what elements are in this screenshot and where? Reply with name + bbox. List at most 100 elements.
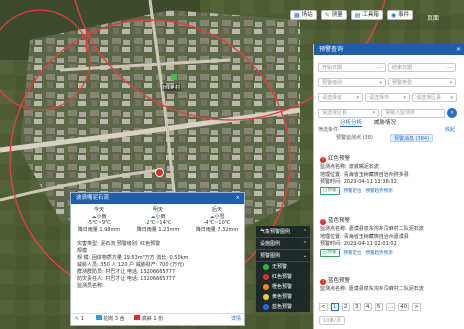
legend-title: 气象预警图例	[260, 229, 291, 235]
addr-value: 青海省玉树藏族自治州嘉漠县	[343, 233, 409, 240]
info-line: 防灾责任人: 村巴才让 电话: 13206665777	[77, 276, 176, 282]
locate-link[interactable]: 预警定位	[344, 250, 362, 257]
info-line: 监测员名称:	[77, 283, 104, 289]
chevron-down-icon: ▾	[356, 94, 359, 101]
close-icon[interactable]: ×	[235, 193, 240, 204]
tools-button-label: 工具箱	[362, 11, 379, 18]
weather-desc: 小雪	[214, 213, 225, 220]
ruler-icon: ✎	[324, 11, 330, 19]
info-line: 灾害类型: 泥石流 预警级别: 红色预警	[77, 241, 161, 247]
alerted-badge[interactable]: 已预警	[320, 249, 340, 258]
page-button[interactable]: 5	[374, 303, 383, 311]
layers-icon: ▦	[294, 11, 300, 19]
region-placeholder: 请选择区县	[322, 110, 348, 116]
monitor-point-placeholder: 请输入监测点	[385, 110, 416, 116]
event-button[interactable]: ◉ 事件	[386, 10, 414, 20]
legend-header[interactable]: 预警图例 ⌄	[256, 250, 310, 262]
page-button[interactable]: 2	[341, 303, 350, 311]
page-button[interactable]: 3	[352, 303, 361, 311]
layer-button[interactable]: ▦ 场站	[290, 10, 317, 20]
measure-button-label: 测量	[331, 11, 343, 18]
page-ellipsis: …	[385, 303, 396, 311]
legend-item: 红色预警	[256, 272, 310, 282]
monitor-count-pill[interactable]: 预警监测点 (38)	[333, 134, 376, 142]
info-line: 规 模: 固体物质方量 19.53m³万方 流长: 0.50km	[77, 255, 189, 261]
page-size-select[interactable]: 10条/页	[319, 316, 346, 325]
green-dot-icon	[263, 264, 269, 270]
tools-button[interactable]: ▤ 工具箱	[350, 10, 383, 20]
prev-page-button[interactable]: <	[319, 303, 328, 311]
collapse-filter-link[interactable]: 收起	[445, 126, 455, 133]
start-date-field[interactable]: 开始日期 —	[318, 63, 386, 72]
addr-label: 地理位置:	[320, 171, 342, 178]
addr-label: 地理位置:	[320, 233, 342, 240]
county-select[interactable]: 请选择区县 ▾	[412, 93, 457, 102]
alert-title: 红色预警	[328, 156, 351, 162]
pagination: < 1 2 3 4 5 … 40 >	[319, 303, 421, 311]
region-select[interactable]: 请选择区县 ▾	[318, 108, 379, 118]
alerted-badge[interactable]: 已预警	[320, 187, 340, 196]
alert-marker-icon[interactable]	[155, 168, 164, 177]
home-link[interactable]: 页面	[427, 13, 439, 22]
page-button[interactable]: 1	[330, 303, 339, 311]
addr-value: 青海省玉树藏族自治州称多县	[343, 171, 409, 178]
details-link[interactable]: 详情	[231, 314, 241, 325]
alert-level-select[interactable]: 预警级别 ▾	[318, 78, 386, 87]
legend-label: 无预警	[272, 264, 288, 270]
end-date-field[interactable]: 结束日期 —	[388, 63, 456, 72]
trend-link[interactable]: 预警趋势预测	[366, 250, 393, 257]
locate-link[interactable]: 预警定位	[344, 188, 362, 195]
edit-icon[interactable]: ✎	[75, 316, 79, 322]
monitor-point-input[interactable]: 请输入监测点	[381, 108, 445, 118]
time-value: 2023-04-11 13:38:32	[343, 178, 397, 185]
province-placeholder: 请选择省	[322, 94, 343, 101]
alert-item[interactable]: ! 蓝色预警 监测点名称: 嘉漠县泉东沟乡尕麻村二队泥石流	[320, 278, 460, 294]
close-icon[interactable]: ×	[456, 44, 461, 55]
weather-tomorrow: 明天 ☁小雨 -2℃~14℃ 降日雨量 1.23mm	[132, 207, 184, 233]
toolbox-icon: ▤	[354, 11, 361, 19]
chevron-up-icon: ⌃	[302, 241, 307, 247]
chevron-up-icon: ⌃	[302, 229, 307, 235]
city-select[interactable]: 请选择市 ▾	[365, 93, 410, 102]
next-page-button[interactable]: >	[412, 303, 421, 311]
popup-title: 波浪嘴泥石流	[76, 195, 110, 201]
map-toolbar: ▦ 场站 ✎ 测量 ▤ 工具箱 ◉ 事件	[290, 10, 414, 20]
site-label: 监测点名称:	[320, 226, 347, 233]
map-marker-label: H1乡村	[162, 84, 181, 91]
alert-count-pill[interactable]: 预警消息 (384)	[390, 134, 434, 142]
legend-swatch	[95, 315, 102, 320]
measure-button[interactable]: ✎ 测量	[320, 10, 347, 20]
trend-link[interactable]: 预警趋势预测	[366, 188, 393, 195]
site-label: 监测点名称:	[320, 164, 347, 171]
tab-threat[interactable]: 威胁情况	[374, 118, 396, 127]
search-icon[interactable]: ⌕	[447, 108, 457, 118]
alert-item[interactable]: ! 红色预警 监测点名称: 波浪嘴泥石流 地理位置: 青海省玉树藏族自治州称多县 预警…	[320, 156, 460, 196]
site-value: 嘉漠县泉东沟乡尕麻村二队泥石流	[348, 286, 424, 293]
chevron-down-icon: ▾	[403, 94, 406, 101]
popup-header: 波浪嘴泥石流 ×	[71, 193, 244, 204]
tab-analysis[interactable]: 分析分析	[340, 118, 363, 127]
map-legend: 气象预警图例 ⌃ 设施图例 ⌃ 预警图例 ⌄ 无预警 红色预警 橙色预警 黄色预警 蓝…	[256, 226, 310, 312]
alert-title: 蓝色预警	[328, 278, 351, 284]
province-select[interactable]: 请选择省 ▾	[318, 93, 363, 102]
panel-title: 预警查询	[319, 46, 344, 53]
count-label: 含	[119, 316, 125, 322]
popup-footer: ✎ 1 花岗 3 含 高斜 1 份 详情	[71, 313, 244, 325]
filter-label: 筛选条件	[318, 127, 339, 133]
end-date-suffix: —	[447, 64, 452, 71]
legend-title: 预警图例	[260, 253, 281, 259]
site-value: 波浪嘴泥石流	[348, 164, 379, 171]
legend-label: 橙色预警	[272, 284, 293, 290]
page-button[interactable]: 4	[363, 303, 372, 311]
page-button[interactable]: 40	[398, 303, 410, 311]
alert-item[interactable]: ! 蓝色预警 监测点名称: 嘉漠县泉东沟乡尕麻村二队泥石流 地理位置: 青海省玉树藏族…	[320, 218, 460, 258]
bell-icon: ◉	[390, 11, 397, 19]
alert-type-select[interactable]: 预警类型 ▾	[388, 78, 456, 87]
time-label: 预警时间:	[320, 178, 342, 185]
info-line: 规模	[77, 248, 88, 254]
weather-desc: 小雨	[155, 213, 166, 220]
legend-header[interactable]: 设施图例 ⌃	[256, 238, 310, 250]
count-value: 1	[80, 316, 84, 322]
alert-title: 蓝色预警	[328, 218, 351, 224]
legend-header[interactable]: 气象预警图例 ⌃	[256, 226, 310, 238]
